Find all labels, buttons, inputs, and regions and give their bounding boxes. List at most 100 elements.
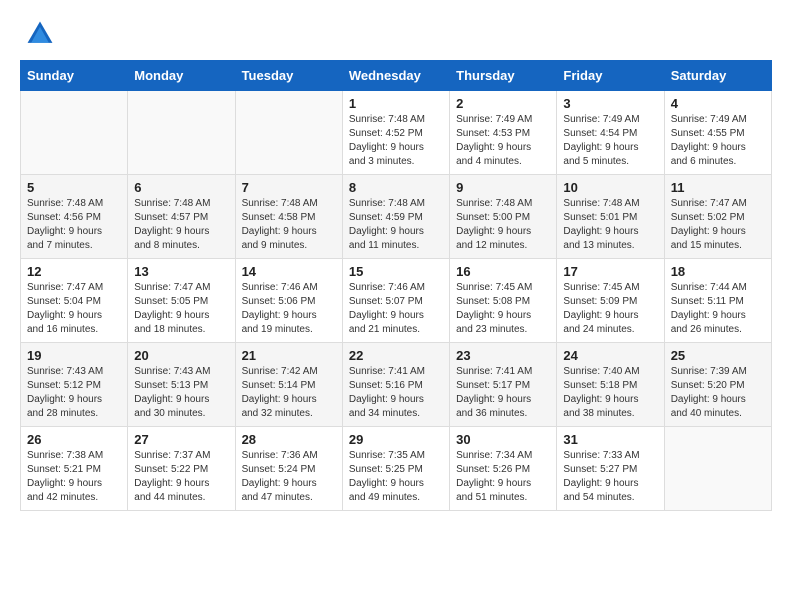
day-info: Sunrise: 7:43 AM Sunset: 5:13 PM Dayligh… (134, 365, 228, 421)
day-number: 27 (134, 432, 228, 447)
day-info: Sunrise: 7:39 AM Sunset: 5:20 PM Dayligh… (671, 365, 765, 421)
day-number: 14 (242, 264, 336, 279)
day-info: Sunrise: 7:34 AM Sunset: 5:26 PM Dayligh… (456, 449, 550, 505)
calendar-day-cell: 8Sunrise: 7:48 AM Sunset: 4:59 PM Daylig… (342, 175, 449, 259)
day-info: Sunrise: 7:33 AM Sunset: 5:27 PM Dayligh… (563, 449, 657, 505)
calendar-day-cell (21, 91, 128, 175)
calendar-day-cell (664, 427, 771, 511)
day-number: 16 (456, 264, 550, 279)
weekday-header-saturday: Saturday (664, 61, 771, 91)
day-info: Sunrise: 7:49 AM Sunset: 4:53 PM Dayligh… (456, 113, 550, 169)
day-number: 7 (242, 180, 336, 195)
day-info: Sunrise: 7:49 AM Sunset: 4:55 PM Dayligh… (671, 113, 765, 169)
calendar-day-cell: 4 Sunrise: 7:49 AM Sunset: 4:55 PM Daylig… (664, 91, 771, 175)
day-info: Sunrise: 7:49 AM Sunset: 4:54 PM Dayligh… (563, 113, 657, 169)
day-number: 13 (134, 264, 228, 279)
calendar-day-cell: 25 Sunrise: 7:39 AM Sunset: 5:20 PM Dayli… (664, 343, 771, 427)
day-number: 8 (349, 180, 443, 195)
day-number: 17 (563, 264, 657, 279)
day-number: 30 (456, 432, 550, 447)
calendar-day-cell: 23 Sunrise: 7:41 AM Sunset: 5:17 PM Dayli… (450, 343, 557, 427)
day-info: Sunrise: 7:44 AM Sunset: 5:11 PM Dayligh… (671, 281, 765, 337)
calendar-table: SundayMondayTuesdayWednesdayThursdayFrid… (20, 60, 772, 511)
weekday-header-thursday: Thursday (450, 61, 557, 91)
weekday-header-monday: Monday (128, 61, 235, 91)
calendar-day-cell: 9 Sunrise: 7:48 AM Sunset: 5:00 PM Daylig… (450, 175, 557, 259)
calendar-day-cell: 16Sunrise: 7:45 AM Sunset: 5:08 PM Dayli… (450, 259, 557, 343)
calendar-week-row: 1 Sunrise: 7:48 AM Sunset: 4:52 PM Daylig… (21, 91, 772, 175)
day-number: 11 (671, 180, 765, 195)
day-number: 29 (349, 432, 443, 447)
day-number: 18 (671, 264, 765, 279)
calendar-day-cell: 31 Sunrise: 7:33 AM Sunset: 5:27 PM Dayli… (557, 427, 664, 511)
day-number: 9 (456, 180, 550, 195)
calendar-day-cell: 19Sunrise: 7:43 AM Sunset: 5:12 PM Dayli… (21, 343, 128, 427)
logo-icon (24, 18, 56, 50)
calendar-day-cell (235, 91, 342, 175)
day-info: Sunrise: 7:38 AM Sunset: 5:21 PM Dayligh… (27, 449, 121, 505)
day-info: Sunrise: 7:36 AM Sunset: 5:24 PM Dayligh… (242, 449, 336, 505)
weekday-header-sunday: Sunday (21, 61, 128, 91)
calendar-week-row: 19Sunrise: 7:43 AM Sunset: 5:12 PM Dayli… (21, 343, 772, 427)
calendar-day-cell: 3 Sunrise: 7:49 AM Sunset: 4:54 PM Daylig… (557, 91, 664, 175)
day-info: Sunrise: 7:47 AM Sunset: 5:04 PM Dayligh… (27, 281, 121, 337)
calendar-day-cell: 21 Sunrise: 7:42 AM Sunset: 5:14 PM Dayli… (235, 343, 342, 427)
day-number: 1 (349, 96, 443, 111)
day-number: 3 (563, 96, 657, 111)
weekday-header-wednesday: Wednesday (342, 61, 449, 91)
calendar-day-cell: 5Sunrise: 7:48 AM Sunset: 4:56 PM Daylig… (21, 175, 128, 259)
day-info: Sunrise: 7:45 AM Sunset: 5:09 PM Dayligh… (563, 281, 657, 337)
calendar-week-row: 26 Sunrise: 7:38 AM Sunset: 5:21 PM Dayli… (21, 427, 772, 511)
day-info: Sunrise: 7:35 AM Sunset: 5:25 PM Dayligh… (349, 449, 443, 505)
calendar-day-cell: 17 Sunrise: 7:45 AM Sunset: 5:09 PM Dayli… (557, 259, 664, 343)
day-info: Sunrise: 7:40 AM Sunset: 5:18 PM Dayligh… (563, 365, 657, 421)
calendar-week-row: 12Sunrise: 7:47 AM Sunset: 5:04 PM Dayli… (21, 259, 772, 343)
day-number: 21 (242, 348, 336, 363)
day-number: 31 (563, 432, 657, 447)
calendar-wrapper: SundayMondayTuesdayWednesdayThursdayFrid… (0, 60, 792, 521)
day-number: 2 (456, 96, 550, 111)
calendar-day-cell: 28 Sunrise: 7:36 AM Sunset: 5:24 PM Dayli… (235, 427, 342, 511)
calendar-day-cell: 1 Sunrise: 7:48 AM Sunset: 4:52 PM Daylig… (342, 91, 449, 175)
calendar-day-cell: 6Sunrise: 7:48 AM Sunset: 4:57 PM Daylig… (128, 175, 235, 259)
calendar-week-row: 5Sunrise: 7:48 AM Sunset: 4:56 PM Daylig… (21, 175, 772, 259)
day-number: 4 (671, 96, 765, 111)
calendar-day-cell: 11 Sunrise: 7:47 AM Sunset: 5:02 PM Dayli… (664, 175, 771, 259)
day-number: 23 (456, 348, 550, 363)
day-info: Sunrise: 7:43 AM Sunset: 5:12 PM Dayligh… (27, 365, 121, 421)
calendar-day-cell: 20Sunrise: 7:43 AM Sunset: 5:13 PM Dayli… (128, 343, 235, 427)
day-info: Sunrise: 7:41 AM Sunset: 5:17 PM Dayligh… (456, 365, 550, 421)
calendar-day-cell: 15 Sunrise: 7:46 AM Sunset: 5:07 PM Dayli… (342, 259, 449, 343)
day-number: 28 (242, 432, 336, 447)
day-info: Sunrise: 7:42 AM Sunset: 5:14 PM Dayligh… (242, 365, 336, 421)
header (0, 0, 792, 60)
day-info: Sunrise: 7:48 AM Sunset: 4:52 PM Dayligh… (349, 113, 443, 169)
calendar-day-cell: 12Sunrise: 7:47 AM Sunset: 5:04 PM Dayli… (21, 259, 128, 343)
day-info: Sunrise: 7:46 AM Sunset: 5:06 PM Dayligh… (242, 281, 336, 337)
calendar-day-cell: 22Sunrise: 7:41 AM Sunset: 5:16 PM Dayli… (342, 343, 449, 427)
logo (24, 18, 60, 50)
day-number: 6 (134, 180, 228, 195)
calendar-body: 1 Sunrise: 7:48 AM Sunset: 4:52 PM Daylig… (21, 91, 772, 511)
calendar-day-cell: 10 Sunrise: 7:48 AM Sunset: 5:01 PM Dayli… (557, 175, 664, 259)
calendar-day-cell: 30 Sunrise: 7:34 AM Sunset: 5:26 PM Dayli… (450, 427, 557, 511)
day-number: 15 (349, 264, 443, 279)
calendar-header: SundayMondayTuesdayWednesdayThursdayFrid… (21, 61, 772, 91)
weekday-header-row: SundayMondayTuesdayWednesdayThursdayFrid… (21, 61, 772, 91)
day-number: 10 (563, 180, 657, 195)
calendar-day-cell: 14 Sunrise: 7:46 AM Sunset: 5:06 PM Dayli… (235, 259, 342, 343)
day-info: Sunrise: 7:47 AM Sunset: 5:02 PM Dayligh… (671, 197, 765, 253)
day-info: Sunrise: 7:46 AM Sunset: 5:07 PM Dayligh… (349, 281, 443, 337)
day-number: 24 (563, 348, 657, 363)
calendar-day-cell: 7 Sunrise: 7:48 AM Sunset: 4:58 PM Daylig… (235, 175, 342, 259)
day-number: 26 (27, 432, 121, 447)
day-number: 25 (671, 348, 765, 363)
day-info: Sunrise: 7:48 AM Sunset: 5:00 PM Dayligh… (456, 197, 550, 253)
weekday-header-tuesday: Tuesday (235, 61, 342, 91)
calendar-day-cell: 13 Sunrise: 7:47 AM Sunset: 5:05 PM Dayli… (128, 259, 235, 343)
day-info: Sunrise: 7:48 AM Sunset: 4:58 PM Dayligh… (242, 197, 336, 253)
day-info: Sunrise: 7:47 AM Sunset: 5:05 PM Dayligh… (134, 281, 228, 337)
day-info: Sunrise: 7:48 AM Sunset: 4:56 PM Dayligh… (27, 197, 121, 253)
day-info: Sunrise: 7:48 AM Sunset: 5:01 PM Dayligh… (563, 197, 657, 253)
day-info: Sunrise: 7:37 AM Sunset: 5:22 PM Dayligh… (134, 449, 228, 505)
